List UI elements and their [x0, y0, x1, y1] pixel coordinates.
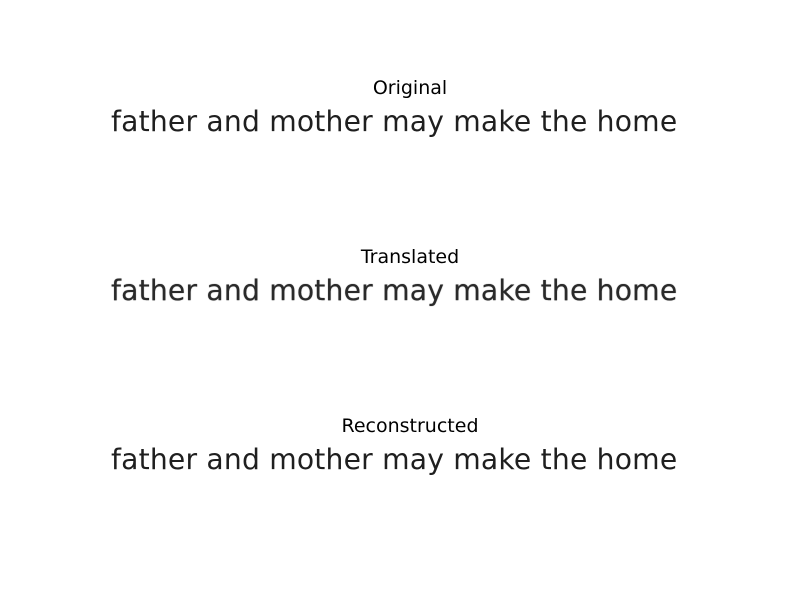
text-image-translated: father and mother may make the home — [110, 274, 707, 310]
panel-title: Original — [372, 77, 448, 99]
panel-translated: Translated father and mother may make th… — [0, 246, 800, 406]
text-image-reconstructed: father and mother may make the home — [110, 443, 707, 479]
panel-original: Original father and mother may make the … — [0, 77, 800, 237]
text-image-original: father and mother may make the home — [110, 105, 707, 141]
text-line: father and mother may make the home — [111, 274, 678, 307]
panel-reconstructed: Reconstructed father and mother may make… — [0, 415, 800, 575]
panel-title: Reconstructed — [341, 415, 479, 437]
panel-title: Translated — [360, 246, 460, 268]
text-line: father and mother may make the home — [111, 105, 678, 138]
text-line: father and mother may make the home — [111, 443, 678, 476]
